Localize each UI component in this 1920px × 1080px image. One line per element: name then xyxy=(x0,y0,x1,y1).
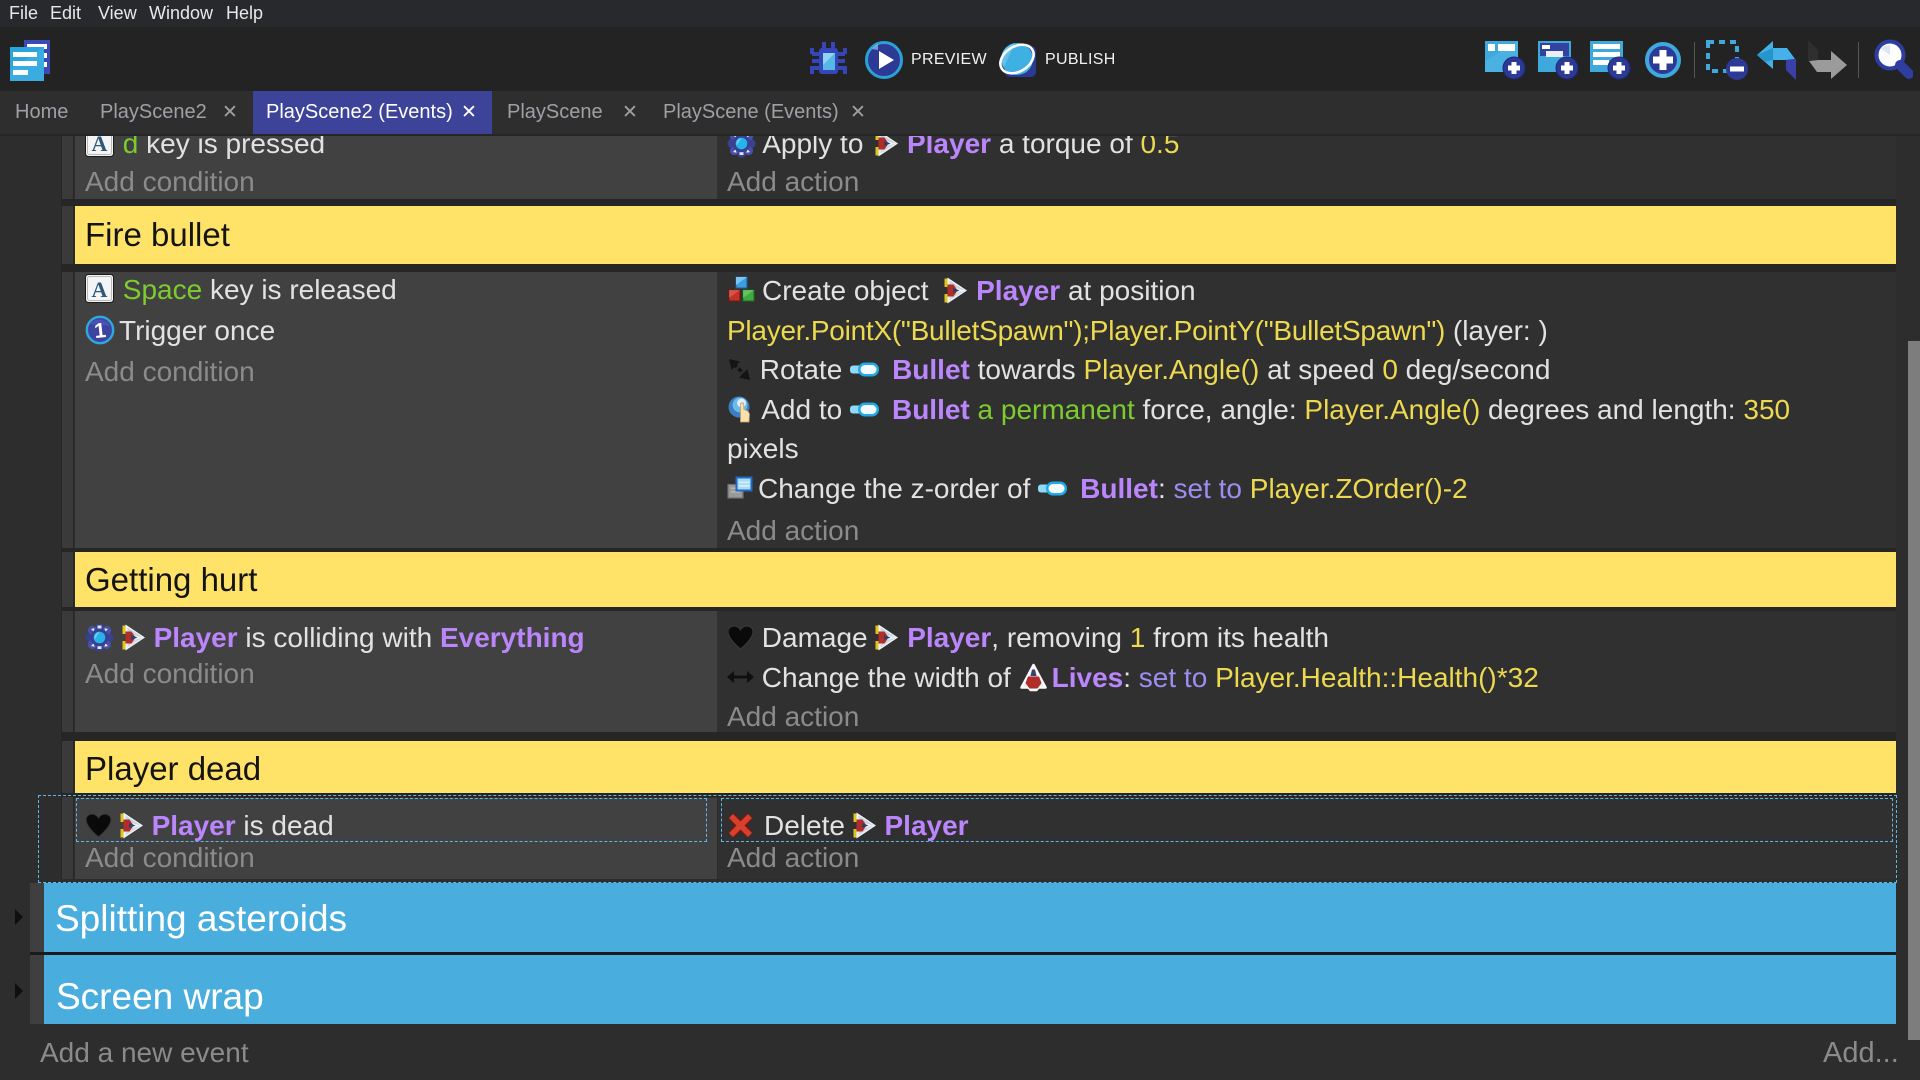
svg-text:A: A xyxy=(92,277,108,302)
